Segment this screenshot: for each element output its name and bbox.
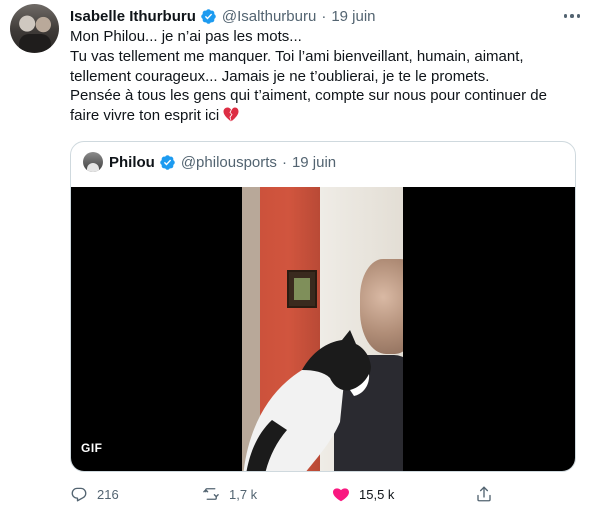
tweet-text-line: Mon Philou... je n’ai pas les mots... (70, 28, 302, 45)
separator-dot: · (321, 7, 327, 25)
reply-count: 216 (97, 486, 119, 502)
separator-dot: · (281, 153, 287, 171)
tweet-actions: 216 1,7 k 15,5 k (70, 484, 500, 504)
tweet-text: Mon Philou... je n’ai pas les mots... Tu… (70, 27, 585, 126)
quoted-author-display-name: Philou (109, 153, 155, 171)
gif-badge: GIF (81, 441, 103, 455)
share-button[interactable] (475, 484, 502, 504)
verified-badge-icon (160, 154, 175, 170)
quoted-author-handle: @philousports (180, 153, 277, 171)
quoted-tweet-header: Philou @philousports · 19 juin (83, 151, 336, 173)
quoted-tweet-date: 19 juin (291, 153, 337, 171)
tweet-text-line: Tu vas tellement me manquer. Toi l’ami b… (70, 47, 524, 65)
cat-image (243, 330, 371, 471)
tweet-text-line: tellement courageux... Jamais je ne t’ou… (70, 67, 490, 85)
tweet-text-line: Pensée à tous les gens qui t’aiment, com… (70, 87, 547, 105)
broken-heart-emoji-icon (223, 107, 239, 122)
author-avatar[interactable] (10, 4, 59, 53)
verified-badge-icon (201, 8, 216, 24)
more-icon[interactable] (560, 6, 584, 26)
retweet-count: 1,7 k (229, 486, 258, 502)
wall-picture (287, 270, 317, 308)
like-icon (333, 488, 349, 502)
retweet-button[interactable]: 1,7 k (202, 484, 257, 504)
tweet-date[interactable]: 19 juin (331, 8, 375, 25)
like-button[interactable]: 15,5 k (332, 484, 394, 504)
reply-button[interactable]: 216 (70, 484, 119, 504)
author-display-name[interactable]: Isabelle Ithurburu (70, 8, 196, 25)
share-icon (477, 486, 491, 502)
author-handle[interactable]: @Isalthurburu (222, 8, 316, 25)
tweet-header: Isabelle Ithurburu @Isalthurburu · 19 ju… (70, 6, 376, 26)
reply-icon (71, 487, 87, 502)
retweet-icon (203, 488, 219, 500)
tweet-text-line: faire vivre ton esprit ici (70, 107, 220, 125)
tweet[interactable]: Isabelle Ithurburu @Isalthurburu · 19 ju… (0, 0, 593, 511)
quoted-tweet[interactable]: Philou @philousports · 19 juin GIF (70, 141, 576, 472)
gif-media[interactable]: GIF (71, 187, 575, 471)
tweet-text-line-last: faire vivre ton esprit ici (70, 106, 585, 126)
gif-frame (242, 187, 403, 471)
like-count: 15,5 k (359, 486, 395, 502)
quoted-author-avatar (83, 152, 103, 172)
